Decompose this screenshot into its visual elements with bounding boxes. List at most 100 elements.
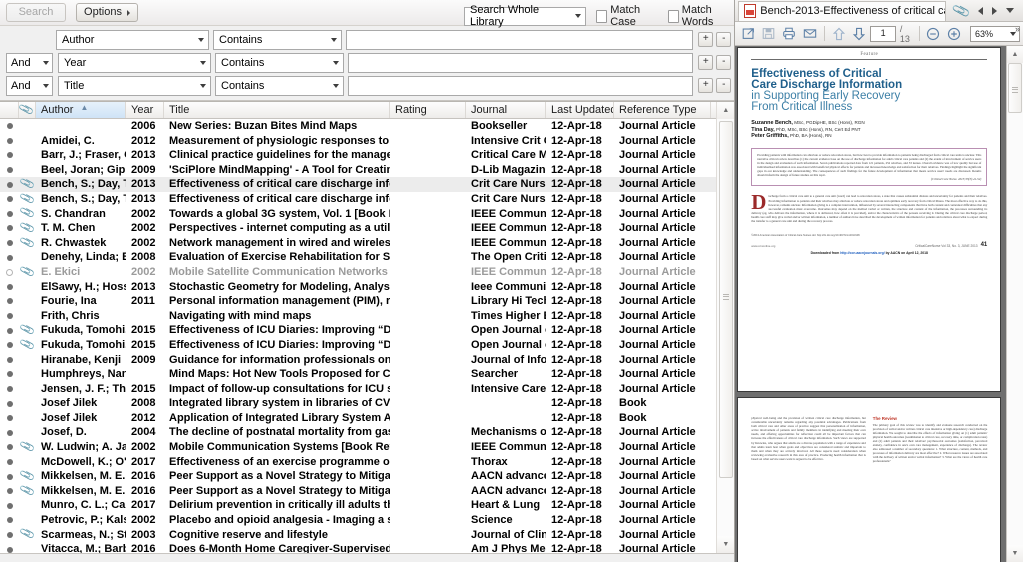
- match-words-checkbox[interactable]: Match Words: [667, 4, 734, 28]
- attachment-cell[interactable]: 📎: [19, 192, 36, 207]
- table-row[interactable]: 📎 E. Ekici 2002 Mobile Satellite Communicat…: [0, 265, 716, 280]
- scroll-up-arrow-icon[interactable]: ▲: [1007, 46, 1023, 63]
- scroll-down-arrow-icon[interactable]: ▼: [1007, 545, 1023, 562]
- pdf-scrollbar[interactable]: ▲ ▼: [1006, 46, 1023, 562]
- attachment-cell[interactable]: [19, 294, 36, 309]
- table-row[interactable]: McDowell, K.; O'... 2017 Effectiveness of …: [0, 455, 716, 470]
- attachment-cell[interactable]: 📎: [19, 236, 36, 251]
- attachment-cell[interactable]: [19, 455, 36, 470]
- attachment-cell[interactable]: [19, 367, 36, 382]
- read-status-cell[interactable]: [0, 498, 19, 513]
- attachment-cell[interactable]: 📎: [19, 323, 36, 338]
- column-header-read[interactable]: [0, 102, 19, 118]
- match-case-checkbox[interactable]: Match Case: [596, 4, 658, 28]
- table-row[interactable]: 📎 Mikkelsen, M. E.;... 2016 Peer Support as…: [0, 484, 716, 498]
- read-status-cell[interactable]: [0, 236, 19, 251]
- page-number-input[interactable]: 1: [870, 25, 896, 42]
- table-row[interactable]: Beel, Joran; Gipp... 2009 'SciPlore MindMa…: [0, 163, 716, 178]
- library-scrollbar[interactable]: ▲ ▼: [716, 102, 735, 553]
- read-status-cell[interactable]: [0, 367, 19, 382]
- read-status-cell[interactable]: [0, 134, 19, 149]
- read-status-cell[interactable]: [0, 221, 19, 236]
- attachment-cell[interactable]: [19, 498, 36, 513]
- read-status-cell[interactable]: [0, 425, 19, 440]
- boolean-operator-select[interactable]: And: [6, 75, 53, 96]
- open-external-icon[interactable]: [738, 24, 758, 43]
- attachment-cell[interactable]: [19, 425, 36, 440]
- table-row[interactable]: 📎 Mikkelsen, M. E.;... 2016 Peer Support as…: [0, 469, 716, 484]
- read-status-cell[interactable]: [0, 440, 19, 455]
- read-status-cell[interactable]: [0, 280, 19, 295]
- scroll-up-arrow-icon[interactable]: ▲: [717, 102, 735, 119]
- read-status-cell[interactable]: [0, 148, 19, 163]
- attachment-cell[interactable]: [19, 309, 36, 324]
- attachment-cell[interactable]: [19, 382, 36, 397]
- search-term-input[interactable]: [348, 75, 694, 96]
- attachment-cell[interactable]: [19, 353, 36, 368]
- table-row[interactable]: Josef Jilek 2012 Application of Integrated…: [0, 411, 716, 426]
- add-row-button[interactable]: +: [698, 78, 714, 93]
- table-row[interactable]: Hiranabe, Kenji 2009 Guidance for informat…: [0, 353, 716, 368]
- column-header-rating[interactable]: Rating: [390, 102, 466, 118]
- column-header-title[interactable]: Title: [164, 102, 390, 118]
- scrollbar-thumb[interactable]: [1008, 63, 1022, 113]
- table-row[interactable]: 📎 Bench, S.; Day, T... 2013 Effectiveness o…: [0, 177, 717, 192]
- read-status-cell[interactable]: [0, 513, 19, 528]
- scrollbar-track[interactable]: [717, 119, 735, 536]
- attachment-cell[interactable]: [19, 119, 36, 134]
- table-row[interactable]: 📎 Fukuda, Tomohi... 2015 Effectiveness of I…: [0, 338, 716, 353]
- table-row[interactable]: Josef Jilek 2008 Integrated library system…: [0, 396, 716, 411]
- attachment-cell[interactable]: [19, 134, 36, 149]
- previous-page-icon[interactable]: [829, 24, 849, 43]
- read-status-cell[interactable]: [0, 119, 19, 134]
- attachment-cell[interactable]: [19, 396, 36, 411]
- table-row[interactable]: Frith, Chris Navigating with mind maps Tim…: [0, 309, 716, 324]
- attachment-cell[interactable]: 📎: [19, 207, 36, 222]
- table-row[interactable]: Munro, C. L.; Cair... 2017 Delirium preven…: [0, 498, 716, 513]
- read-status-cell[interactable]: [0, 250, 19, 265]
- add-row-button[interactable]: +: [698, 32, 714, 47]
- save-icon[interactable]: [759, 24, 779, 43]
- attachment-cell[interactable]: 📎: [19, 177, 36, 192]
- attachment-cell[interactable]: [19, 411, 36, 426]
- table-row[interactable]: 📎 Scarmeas, N.; St... 2003 Cognitive reserv…: [0, 528, 716, 543]
- remove-row-button[interactable]: -: [716, 55, 732, 70]
- read-status-cell[interactable]: [0, 528, 19, 543]
- read-status-cell[interactable]: [0, 207, 19, 222]
- search-field-select[interactable]: Year: [58, 52, 211, 73]
- table-row[interactable]: 📎 S. Chandran 2002 Towards a global 3G syst…: [0, 207, 716, 222]
- search-operator-select[interactable]: Contains: [215, 75, 344, 96]
- attachment-cell[interactable]: 📎: [19, 440, 36, 455]
- read-status-cell[interactable]: [0, 177, 19, 192]
- attachment-cell[interactable]: [19, 542, 36, 553]
- table-row[interactable]: Petrovic, P.; Kals... 2002 Placebo and opi…: [0, 513, 716, 528]
- search-field-select[interactable]: Title: [58, 75, 211, 96]
- attachment-paperclip-icon[interactable]: 📎: [951, 1, 971, 21]
- table-row[interactable]: Humphreys, Nan... Mind Maps: Hot New Tool…: [0, 367, 716, 382]
- table-row[interactable]: Denehy, Linda; B... 2008 Evaluation of Exe…: [0, 250, 716, 265]
- read-status-cell[interactable]: [0, 338, 19, 353]
- print-icon[interactable]: [780, 24, 800, 43]
- table-row[interactable]: ElSawy, H.; Hoss... 2013 Stochastic Geomet…: [0, 280, 716, 295]
- table-row[interactable]: Amidei, C. 2012 Measurement of physiologic…: [0, 134, 716, 149]
- table-row[interactable]: 2006 New Series: Buzan Bites Mind Maps Boo…: [0, 119, 716, 134]
- search-operator-select[interactable]: Contains: [213, 29, 342, 50]
- search-term-input[interactable]: [348, 52, 694, 73]
- column-header-last-updated[interactable]: Last Updated: [546, 102, 614, 118]
- table-row[interactable]: 📎 T. M. Chen 2002 Perspectives - internet c…: [0, 221, 716, 236]
- search-operator-select[interactable]: Contains: [215, 52, 344, 73]
- boolean-operator-select[interactable]: And: [6, 52, 53, 73]
- table-row[interactable]: 📎 Bench, S.; Day, T... 2013 Effectiveness o…: [0, 192, 716, 207]
- read-status-cell[interactable]: [0, 382, 19, 397]
- remove-row-button[interactable]: -: [716, 78, 732, 93]
- download-link[interactable]: http://ccn.aacnjournals.org/: [840, 251, 884, 255]
- read-status-cell[interactable]: [0, 455, 19, 470]
- remove-row-button[interactable]: -: [716, 32, 732, 47]
- search-field-select[interactable]: Author: [56, 29, 209, 50]
- search-button[interactable]: Search: [6, 3, 66, 22]
- read-status-cell[interactable]: [0, 542, 19, 553]
- attachment-cell[interactable]: 📎: [19, 338, 36, 353]
- read-status-cell[interactable]: [0, 469, 19, 484]
- attachment-cell[interactable]: [19, 250, 36, 265]
- attachment-cell[interactable]: [19, 148, 36, 163]
